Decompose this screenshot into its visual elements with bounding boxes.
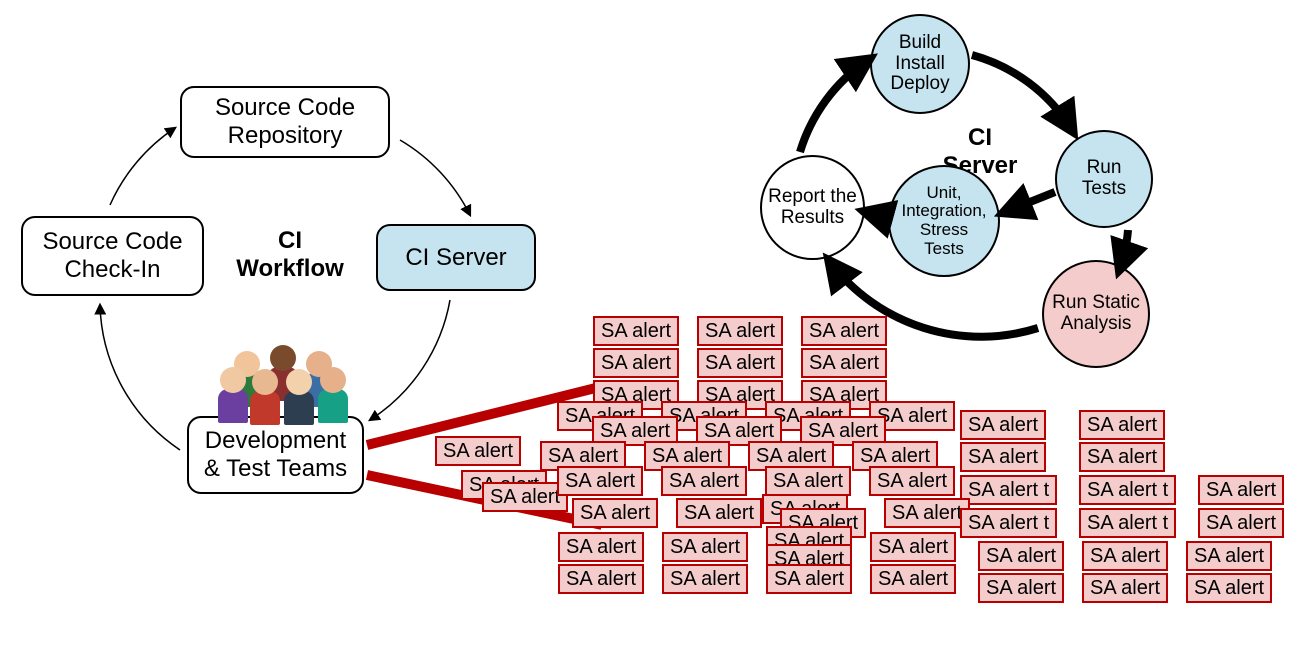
sa-alert: SA alert [1079, 410, 1165, 440]
sa-alert: SA alert [870, 532, 956, 562]
node-dev-test-teams: Development & Test Teams [187, 416, 364, 494]
sa-alert: SA alert [558, 564, 644, 594]
sa-alert: SA alert [765, 466, 851, 496]
sa-alert: SA alert [662, 532, 748, 562]
sa-alert: SA alert [593, 316, 679, 346]
node-source-checkin: Source Code Check-In [21, 216, 204, 296]
circle-run-tests: Run Tests [1055, 130, 1153, 228]
sa-alert: SA alert t [960, 475, 1057, 505]
sa-alert: SA alert [801, 316, 887, 346]
sa-alert: SA alert t [1079, 508, 1176, 538]
sa-alert: SA alert [1186, 541, 1272, 571]
sa-alert: SA alert [960, 442, 1046, 472]
sa-alert: SA alert [766, 564, 852, 594]
circle-report-results: Report the Results [760, 155, 865, 260]
sa-alert: SA alert [676, 498, 762, 528]
circle-run-static-analysis: Run Static Analysis [1042, 260, 1150, 368]
ci-workflow-title: CI Workflow [225, 227, 355, 282]
circle-unit-integration-stress: Unit, Integration, Stress Tests [888, 165, 1000, 277]
sa-alert: SA alert [801, 348, 887, 378]
sa-alert: SA alert [662, 564, 748, 594]
circle-build-install-deploy: Build Install Deploy [870, 14, 970, 114]
sa-alert: SA alert [482, 482, 568, 512]
sa-alert: SA alert [870, 564, 956, 594]
sa-alert: SA alert [661, 466, 747, 496]
node-ci-server: CI Server [376, 224, 536, 291]
sa-alert: SA alert [1079, 442, 1165, 472]
sa-alert: SA alert [1198, 475, 1284, 505]
sa-alert: SA alert [884, 498, 970, 528]
sa-alert: SA alert [697, 316, 783, 346]
sa-alert: SA alert [557, 466, 643, 496]
sa-alert: SA alert t [1079, 475, 1176, 505]
sa-alert: SA alert [593, 348, 679, 378]
sa-alert: SA alert [1082, 541, 1168, 571]
sa-alert: SA alert [978, 573, 1064, 603]
sa-alert: SA alert t [960, 508, 1057, 538]
sa-alert: SA alert [1198, 508, 1284, 538]
sa-alert: SA alert [869, 466, 955, 496]
sa-alert: SA alert [1186, 573, 1272, 603]
sa-alert: SA alert [960, 410, 1046, 440]
sa-alert: SA alert [435, 436, 521, 466]
node-source-repo: Source Code Repository [180, 86, 390, 158]
sa-alert: SA alert [558, 532, 644, 562]
sa-alert: SA alert [1082, 573, 1168, 603]
sa-alert: SA alert [572, 498, 658, 528]
people-illustration-icon [222, 345, 346, 425]
sa-alert: SA alert [697, 348, 783, 378]
sa-alert: SA alert [978, 541, 1064, 571]
